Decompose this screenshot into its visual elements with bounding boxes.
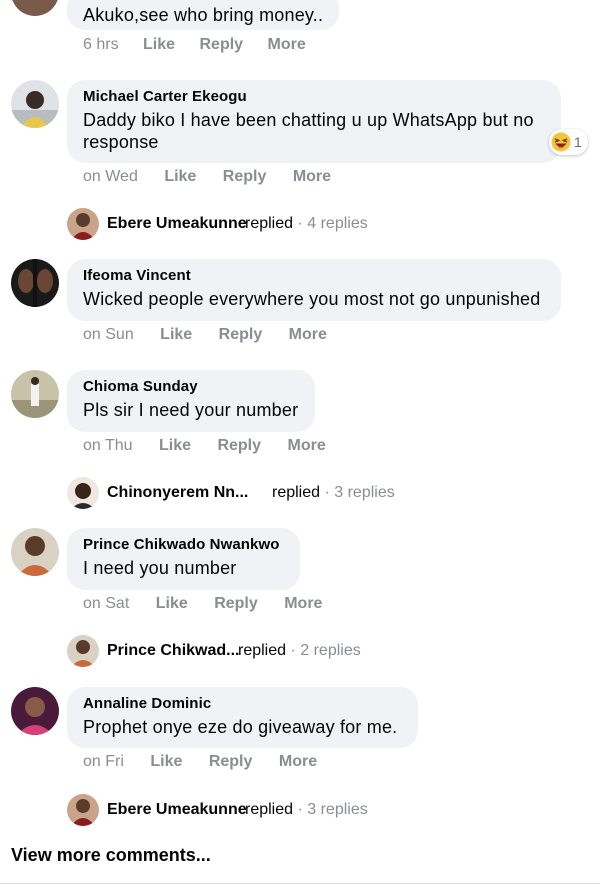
reply-count: 2 replies [300, 642, 361, 659]
laughing-emoji-icon [551, 132, 571, 152]
comment-text: Wicked people everywhere you most not go… [83, 289, 541, 309]
reply-button[interactable]: Reply [223, 167, 267, 187]
comment-actions: on Sat Like Reply More [83, 594, 322, 614]
comment-text: Akuko,see who bring money.. [83, 5, 324, 25]
avatar[interactable] [11, 687, 59, 735]
reply-author[interactable]: Prince Chikwad... [107, 635, 239, 667]
comment-time[interactable]: on Wed [83, 167, 138, 187]
more-button[interactable]: More [289, 325, 327, 345]
comment-author[interactable]: Ifeoma Vincent [83, 267, 545, 285]
comment-author[interactable]: Chioma Sunday [83, 378, 299, 396]
avatar[interactable] [11, 259, 59, 307]
comment-actions: on Wed Like Reply More [83, 167, 331, 187]
comment-bubble: Akuko,see who bring money.. [67, 0, 340, 30]
avatar [67, 635, 99, 667]
comment-author[interactable]: Prince Chikwado Nwankwo [83, 536, 284, 554]
comment-bubble: Prince Chikwado Nwankwo I need you numbe… [67, 528, 300, 590]
like-button[interactable]: Like [150, 752, 182, 772]
more-button[interactable]: More [279, 752, 317, 772]
more-button[interactable]: More [284, 594, 322, 614]
reply-button[interactable]: Reply [200, 35, 244, 55]
reply-count: 4 replies [307, 215, 368, 232]
reply-author[interactable]: Ebere Umeakunne [107, 794, 247, 826]
comment-author[interactable]: Michael Carter Ekeogu [83, 88, 545, 106]
avatar[interactable] [11, 528, 59, 576]
avatar [67, 477, 99, 509]
like-button[interactable]: Like [160, 325, 192, 345]
like-button[interactable]: Like [143, 35, 175, 55]
reply-count: 3 replies [307, 801, 368, 818]
more-button[interactable]: More [287, 436, 325, 456]
reply-button[interactable]: Reply [214, 594, 258, 614]
view-more-comments-link[interactable]: View more comments... [11, 845, 211, 866]
replied-text: replied [238, 642, 287, 659]
avatar [67, 208, 99, 240]
reaction-count: 1 [574, 134, 582, 150]
reply-button[interactable]: Reply [217, 436, 261, 456]
comment-time[interactable]: on Thu [83, 436, 133, 456]
like-button[interactable]: Like [156, 594, 188, 614]
comment-text: Prophet onye eze do giveaway for me. [83, 717, 398, 737]
avatar[interactable] [11, 80, 59, 128]
reaction-badge[interactable]: 1 [549, 129, 588, 155]
reply-count: 3 replies [334, 484, 395, 501]
like-button[interactable]: Like [159, 436, 191, 456]
reply-button[interactable]: Reply [219, 325, 263, 345]
reply-button[interactable]: Reply [209, 752, 253, 772]
comment-time[interactable]: on Sat [83, 594, 129, 614]
replied-text: replied [245, 801, 294, 818]
more-button[interactable]: More [293, 167, 331, 187]
reply-author[interactable]: Ebere Umeakunne [107, 208, 247, 240]
avatar [67, 794, 99, 826]
like-button[interactable]: Like [164, 167, 196, 187]
comment-author[interactable]: Annaline Dominic [83, 695, 402, 713]
comment-actions: on Sun Like Reply More [83, 325, 327, 345]
comment-actions: on Thu Like Reply More [83, 436, 326, 456]
avatar[interactable] [11, 370, 59, 418]
comment-actions: 6 hrs Like Reply More [83, 35, 306, 55]
comment-time[interactable]: 6 hrs [83, 35, 119, 55]
comment-actions: on Fri Like Reply More [83, 752, 317, 772]
comment-bubble: Ifeoma Vincent Wicked people everywhere … [67, 259, 561, 321]
comment-bubble: Annaline Dominic Prophet onye eze do giv… [67, 687, 418, 748]
replied-text: replied [272, 484, 321, 501]
comment-text: Pls sir I need your number [83, 400, 299, 420]
comment-bubble: Michael Carter Ekeogu Daddy biko I have … [67, 80, 561, 163]
comment-text: Daddy biko I have been chatting u up Wha… [83, 110, 534, 152]
more-button[interactable]: More [268, 35, 306, 55]
divider [0, 883, 600, 884]
comment-time[interactable]: on Fri [83, 752, 124, 772]
replied-text: replied [245, 215, 294, 232]
comment-bubble: Chioma Sunday Pls sir I need your number [67, 370, 315, 432]
avatar[interactable] [11, 0, 59, 16]
comment-text: I need you number [83, 558, 237, 578]
reply-author[interactable]: Chinonyerem Nn... [107, 477, 248, 509]
comment-time[interactable]: on Sun [83, 325, 134, 345]
